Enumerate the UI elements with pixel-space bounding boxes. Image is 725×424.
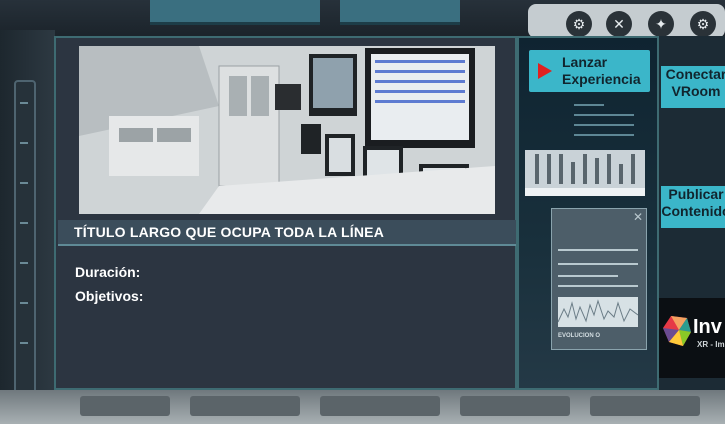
rail-tick bbox=[20, 222, 28, 224]
top-toolbar: ⚙ ✕ ✦ ⚙ bbox=[528, 4, 725, 38]
divider bbox=[574, 124, 634, 126]
gear-icon[interactable]: ⚙ bbox=[690, 11, 716, 37]
title-bar: TÍTULO LARGO QUE OCUPA TODA LA LÍNEA bbox=[58, 220, 516, 246]
side-panel: Lanzar Experiencia ✕ EVOLUCION O bbox=[517, 36, 659, 390]
brand-logo: Inv XR - Im bbox=[659, 298, 725, 378]
floor-panel bbox=[80, 396, 170, 416]
launch-button-label: Lanzar Experiencia bbox=[562, 54, 652, 88]
logo-subtitle: XR - Im bbox=[697, 340, 725, 349]
doc-chart bbox=[557, 297, 639, 327]
connect-label-line1: Conectar bbox=[665, 66, 725, 82]
doc-line bbox=[558, 275, 618, 277]
logo-text: Inv bbox=[693, 316, 722, 338]
control-room-illustration bbox=[79, 46, 495, 214]
floor-panel bbox=[460, 396, 570, 416]
publish-content-button[interactable]: Publicar Contenido bbox=[661, 186, 725, 228]
left-wall bbox=[0, 30, 55, 424]
experience-image bbox=[79, 46, 495, 214]
rail-tick bbox=[20, 262, 28, 264]
experience-card: TÍTULO LARGO QUE OCUPA TODA LA LÍNEA Dur… bbox=[54, 36, 517, 390]
floor bbox=[0, 390, 725, 424]
publish-label-line1: Publicar bbox=[668, 186, 724, 202]
rail-tick bbox=[20, 182, 28, 184]
floor-panel bbox=[590, 396, 700, 416]
floor-panel bbox=[320, 396, 440, 416]
gear-icon[interactable]: ✦ bbox=[648, 11, 674, 37]
floor-panel bbox=[190, 396, 300, 416]
thumbnail-graphic bbox=[525, 150, 645, 196]
connect-label-line2: VRoom bbox=[671, 83, 721, 99]
doc-chart-graphic bbox=[557, 299, 639, 323]
right-column: Conectar VRoom Publicar Contenido Inv XR… bbox=[659, 36, 725, 390]
rail-tick bbox=[20, 302, 28, 304]
objectives-label: Objetivos: bbox=[75, 288, 144, 304]
duration-label: Duración: bbox=[75, 264, 141, 280]
rail-tick bbox=[20, 342, 28, 344]
doc-line bbox=[558, 249, 638, 251]
close-icon[interactable]: ✕ bbox=[633, 210, 643, 224]
launch-label-line1: Lanzar bbox=[562, 54, 608, 70]
thumbnail-preview[interactable] bbox=[525, 150, 645, 196]
rail-tick bbox=[20, 142, 28, 144]
launch-experience-button[interactable]: Lanzar Experiencia bbox=[529, 50, 650, 92]
doc-line bbox=[558, 285, 638, 287]
play-icon bbox=[538, 63, 552, 79]
experience-title: TÍTULO LARGO QUE OCUPA TODA LA LÍNEA bbox=[74, 224, 385, 240]
divider bbox=[574, 104, 604, 106]
divider bbox=[574, 134, 634, 136]
rail-tick bbox=[20, 102, 28, 104]
ceiling-strip bbox=[150, 0, 320, 25]
wall-rail bbox=[14, 80, 36, 414]
logo-icon bbox=[663, 316, 691, 346]
ceiling-strip bbox=[340, 0, 460, 25]
connect-vroom-button[interactable]: Conectar VRoom bbox=[661, 66, 725, 108]
settings-icon[interactable]: ⚙ bbox=[566, 11, 592, 37]
close-icon[interactable]: ✕ bbox=[606, 11, 632, 37]
launch-label-line2: Experiencia bbox=[562, 71, 641, 87]
doc-line bbox=[558, 263, 638, 265]
document-preview[interactable]: ✕ EVOLUCION O bbox=[551, 208, 647, 350]
doc-footer: EVOLUCION O bbox=[558, 333, 601, 339]
publish-label-line2: Contenido bbox=[661, 203, 725, 219]
divider bbox=[574, 114, 634, 116]
